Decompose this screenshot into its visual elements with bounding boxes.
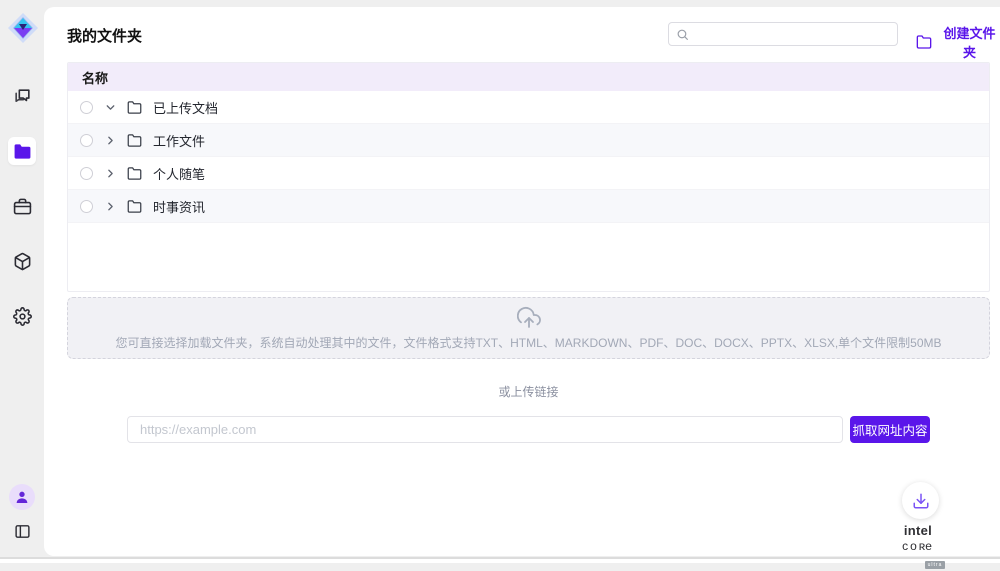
folder-icon — [127, 133, 142, 148]
create-folder-button[interactable]: 创建文件夹 — [916, 23, 1000, 61]
intel-core-logo: intel coʀe ultra — [886, 523, 950, 571]
search-box — [668, 22, 898, 46]
chevron-right-icon[interactable] — [102, 198, 118, 214]
page-title: 我的文件夹 — [67, 25, 142, 46]
folder-name: 时事资讯 — [153, 197, 205, 216]
sidebar-item-models[interactable] — [8, 247, 36, 275]
sidebar — [0, 0, 44, 556]
folder-name: 已上传文档 — [153, 98, 218, 117]
search-icon — [676, 28, 689, 41]
table-row[interactable]: 个人随笔 — [68, 157, 989, 190]
folder-icon — [127, 166, 142, 181]
sidebar-item-settings[interactable] — [8, 302, 36, 330]
core-logo-text: coʀe — [902, 539, 934, 553]
row-checkbox[interactable] — [80, 167, 93, 180]
app-window: 我的文件夹 创建文件夹 名称 — [0, 0, 1000, 563]
column-header-name: 名称 — [82, 68, 108, 87]
chevron-right-icon[interactable] — [102, 132, 118, 148]
briefcase-icon — [13, 197, 32, 216]
ultra-badge: ultra — [925, 561, 946, 569]
table-header: 名称 — [68, 63, 989, 91]
table-row[interactable]: 工作文件 — [68, 124, 989, 157]
table-row[interactable]: 已上传文档 — [68, 91, 989, 124]
download-icon — [912, 492, 930, 510]
url-upload-row: 抓取网址内容 — [127, 416, 930, 443]
main-panel: 我的文件夹 创建文件夹 名称 — [44, 7, 1000, 556]
row-checkbox[interactable] — [80, 200, 93, 213]
sidebar-item-workspace[interactable] — [8, 192, 36, 220]
chevron-down-icon[interactable] — [102, 99, 118, 115]
search-input[interactable] — [694, 27, 890, 41]
fetch-url-button[interactable]: 抓取网址内容 — [850, 416, 930, 443]
folder-plus-icon — [916, 34, 932, 50]
cloud-upload-icon — [517, 306, 541, 330]
folder-table: 名称 已上传文档 工作文件 — [67, 62, 990, 292]
user-avatar[interactable] — [9, 484, 35, 510]
table-row[interactable]: 时事资讯 — [68, 190, 989, 223]
url-input[interactable] — [127, 416, 843, 443]
upload-dropzone[interactable]: 您可直接选择加载文件夹，系统自动处理其中的文件，文件格式支持TXT、HTML、M… — [67, 297, 990, 359]
cube-icon — [13, 252, 32, 271]
or-upload-link-label: 或上传链接 — [67, 383, 990, 400]
collapse-panel-button[interactable] — [11, 520, 33, 542]
chat-icon — [13, 87, 32, 106]
row-checkbox[interactable] — [80, 134, 93, 147]
user-avatar-icon — [14, 489, 30, 505]
create-folder-label: 创建文件夹 — [939, 23, 1000, 61]
upload-hint-text: 您可直接选择加载文件夹，系统自动处理其中的文件，文件格式支持TXT、HTML、M… — [115, 334, 941, 351]
sidebar-item-chat[interactable] — [8, 82, 36, 110]
folder-name: 工作文件 — [153, 131, 205, 150]
folder-name: 个人随笔 — [153, 164, 205, 183]
chevron-right-icon[interactable] — [102, 165, 118, 181]
window-bottom-strip — [0, 559, 1000, 563]
intel-logo-text: intel — [904, 523, 932, 538]
folder-icon — [127, 100, 142, 115]
download-fab-button[interactable] — [902, 482, 939, 519]
gear-icon — [13, 307, 32, 326]
row-checkbox[interactable] — [80, 101, 93, 114]
panel-icon — [14, 523, 31, 540]
sidebar-item-folders[interactable] — [8, 137, 36, 165]
app-logo-icon — [7, 12, 39, 44]
folder-icon — [13, 142, 32, 161]
folder-icon — [127, 199, 142, 214]
